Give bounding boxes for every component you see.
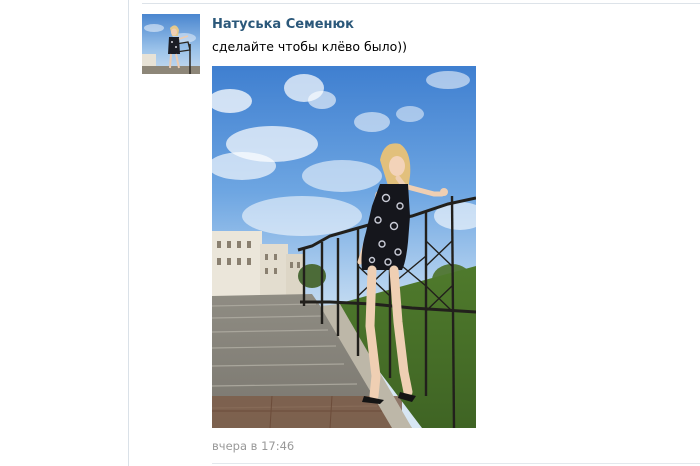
author-avatar[interactable] [142,14,200,74]
post-photo[interactable] [212,66,476,428]
post-bottom-divider [212,463,700,464]
post-top-divider [142,3,700,4]
post-body: Натуська Семенюк сделайте чтобы клёво бы… [212,14,632,453]
post-date[interactable]: вчера в 17:46 [212,439,294,453]
left-sidebar-area [0,0,129,466]
author-name-link[interactable]: Натуська Семенюк [212,17,632,33]
avatar-image [142,14,200,74]
post-text: сделайте чтобы клёво было)) [212,39,407,54]
photo-image [212,66,476,428]
